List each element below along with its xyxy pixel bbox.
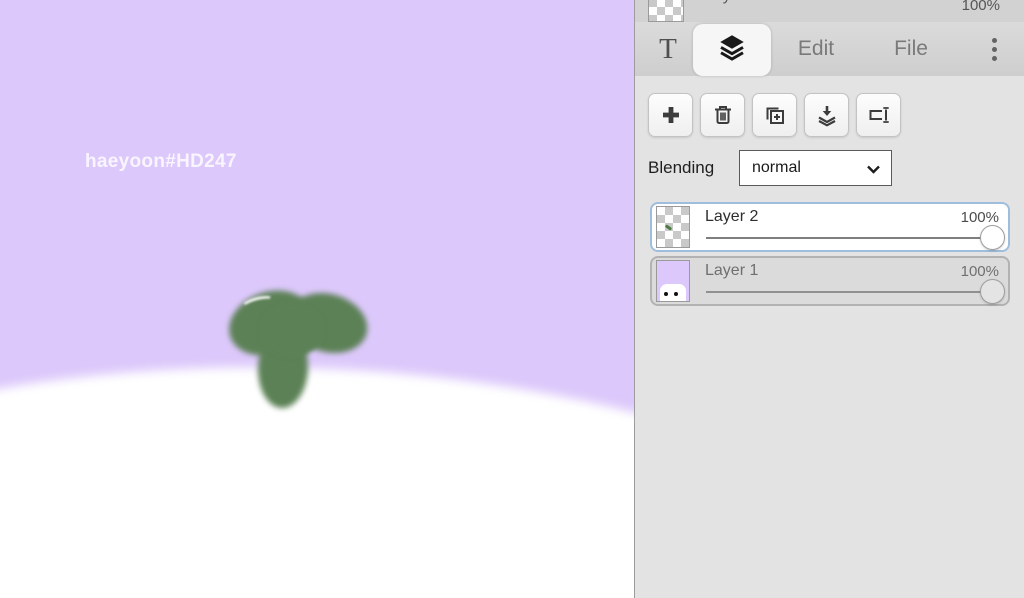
layer-opacity-value: 100%	[961, 0, 1000, 14]
layer1-thumbnail-dot	[674, 292, 678, 296]
hill-shape	[0, 333, 634, 598]
opacity-slider[interactable]	[706, 291, 998, 293]
layer-name-label: Layer 2	[705, 0, 758, 5]
layer-opacity-value: 100%	[960, 209, 999, 226]
layer-toolbar	[648, 93, 901, 137]
merge-down-icon	[815, 103, 839, 127]
layer-name-label: Layer 2	[705, 208, 759, 225]
layer1-thumbnail-dot	[664, 292, 668, 296]
duplicate-icon	[763, 103, 787, 127]
drawing-canvas[interactable]: haeyoon#HD247	[0, 0, 634, 598]
blending-label: Blending	[648, 158, 715, 177]
add-layer-button[interactable]	[648, 93, 693, 137]
rename-icon	[866, 103, 892, 127]
opacity-slider-thumb[interactable]	[980, 225, 1005, 250]
duplicate-layer-button[interactable]	[752, 93, 797, 137]
blending-mode-value: normal	[752, 159, 801, 176]
layer2-thumbnail	[656, 206, 690, 248]
tab-layers[interactable]	[693, 24, 771, 76]
tab-edit[interactable]: Edit	[785, 22, 847, 76]
kebab-menu-icon[interactable]	[979, 22, 1009, 76]
trash-icon	[711, 103, 735, 127]
layer1-thumbnail	[656, 260, 690, 302]
layer2-thumbnail-stroke	[664, 224, 673, 231]
opacity-slider[interactable]	[706, 237, 998, 239]
plus-icon	[659, 103, 683, 127]
tab-text-tool[interactable]: T	[645, 22, 691, 76]
layer-row-layer-1[interactable]: Layer 1 100%	[650, 256, 1010, 306]
drawing-app: haeyoon#HD247 Layer 2 100% T Edit	[0, 0, 1024, 598]
panel-tab-bar: T Edit File	[635, 22, 1024, 76]
blending-row: Blending normal	[648, 150, 1011, 186]
blending-mode-select[interactable]: normal	[739, 150, 892, 186]
tab-file[interactable]: File	[883, 22, 939, 76]
delete-layer-button[interactable]	[700, 93, 745, 137]
layer-name-label: Layer 1	[705, 262, 759, 279]
rename-layer-button[interactable]	[856, 93, 901, 137]
collaborator-username-label: haeyoon#HD247	[85, 151, 237, 172]
chevron-down-icon	[866, 162, 881, 180]
layer-thumbnail-transparent	[648, 0, 684, 22]
scrolled-layer-row-peek[interactable]: Layer 2 100%	[635, 0, 1024, 22]
layer-row-layer-2[interactable]: Layer 2 100%	[650, 202, 1010, 252]
merge-down-button[interactable]	[804, 93, 849, 137]
layers-panel: Layer 2 100% T Edit File	[635, 0, 1024, 598]
layers-icon	[717, 32, 747, 68]
sprout-center	[260, 303, 324, 357]
opacity-slider-thumb[interactable]	[980, 279, 1005, 304]
layer-opacity-value: 100%	[960, 263, 999, 280]
layer-list: Layer 2 100% Layer 1 100%	[650, 202, 1010, 310]
